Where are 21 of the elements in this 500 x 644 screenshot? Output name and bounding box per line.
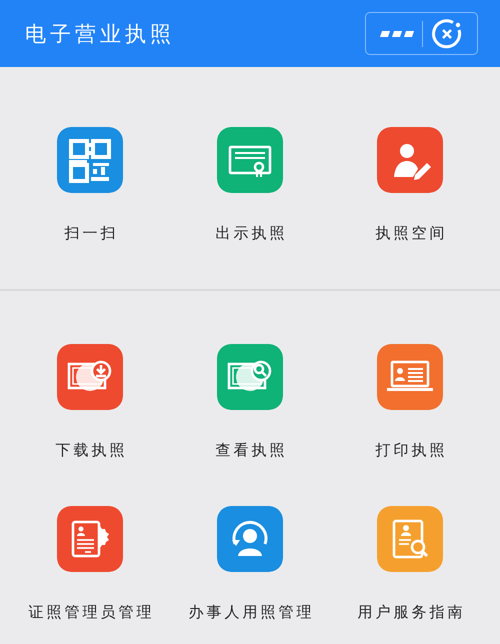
- handler-icon[interactable]: [217, 506, 283, 572]
- download-icon[interactable]: [57, 344, 123, 410]
- print-icon[interactable]: [377, 344, 443, 410]
- close-icon: [431, 18, 463, 50]
- view-icon[interactable]: [217, 344, 283, 410]
- qr-icon[interactable]: [57, 127, 123, 193]
- tile-label[interactable]: 出示执照: [212, 223, 288, 243]
- tile-label[interactable]: 证照管理员管理: [26, 602, 154, 622]
- tile-label[interactable]: 办事人用照管理: [186, 602, 314, 622]
- certificate-icon[interactable]: [217, 127, 283, 193]
- tile-label[interactable]: 打印执照: [372, 440, 448, 460]
- guide-icon[interactable]: [377, 506, 443, 572]
- tile-label[interactable]: 用户服务指南: [354, 602, 466, 622]
- tile-label[interactable]: 下载执照: [52, 440, 128, 460]
- tile-label[interactable]: 执照空间: [372, 223, 448, 243]
- user-edit-icon[interactable]: [377, 127, 443, 193]
- manage-icon[interactable]: [57, 506, 123, 572]
- page-title: 电子营业执照: [25, 20, 175, 48]
- tile-label[interactable]: 查看执照: [212, 440, 288, 460]
- more-icon: [380, 30, 414, 38]
- tile-label[interactable]: 扫一扫: [62, 223, 118, 243]
